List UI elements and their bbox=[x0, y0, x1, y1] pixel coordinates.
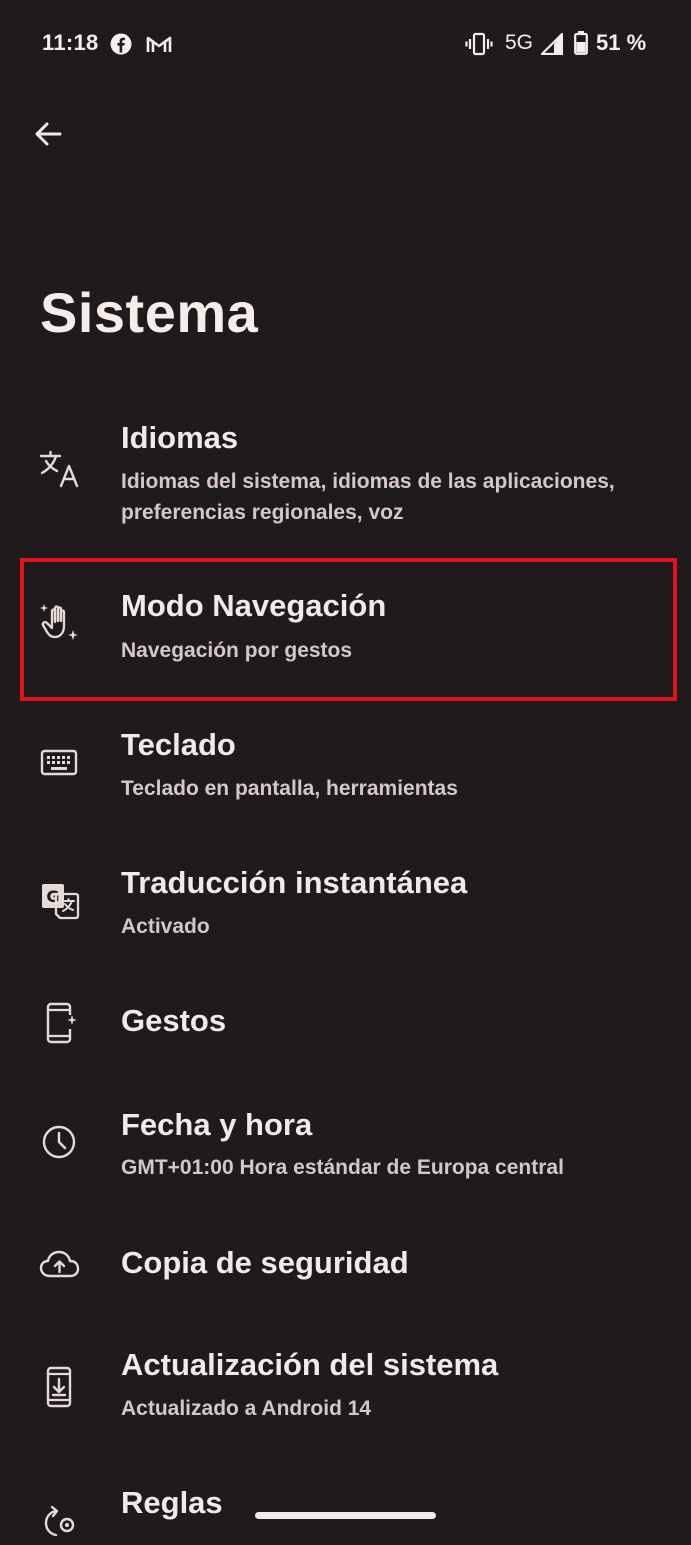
item-summary: Navegación por gestos bbox=[121, 639, 353, 662]
settings-item-reglas[interactable]: Reglas bbox=[0, 1465, 691, 1537]
settings-item-actualizacion-sistema[interactable]: Actualización del sistema Actualizado a … bbox=[0, 1327, 691, 1457]
page-title: Sistema bbox=[40, 281, 259, 344]
item-summary: Actualizado a Android 14 bbox=[121, 1397, 372, 1420]
arrow-left-icon bbox=[35, 122, 62, 146]
keyboard-icon bbox=[40, 749, 78, 776]
status-time: 11:18 bbox=[42, 30, 99, 55]
signal-icon bbox=[541, 33, 563, 55]
item-title: Idiomas bbox=[121, 420, 239, 455]
clock-icon bbox=[42, 1125, 76, 1159]
status-bar: 11:18 5G 51 % bbox=[0, 0, 691, 88]
item-summary: Activado bbox=[121, 915, 210, 938]
phone-gesture-icon bbox=[46, 1002, 77, 1044]
settings-item-idiomas[interactable]: Idiomas Idiomas del sistema, idiomas de … bbox=[0, 400, 691, 550]
network-type: 5G bbox=[505, 31, 534, 54]
settings-item-fecha-hora[interactable]: Fecha y hora GMT+01:00 Hora estándar de … bbox=[0, 1085, 691, 1220]
settings-item-copia-seguridad[interactable]: Copia de seguridad bbox=[0, 1225, 691, 1335]
item-summary: Teclado en pantalla, herramientas bbox=[121, 777, 458, 800]
item-title: Reglas bbox=[121, 1485, 223, 1520]
facebook-icon bbox=[110, 33, 132, 55]
item-title: Gestos bbox=[121, 1003, 227, 1038]
home-indicator[interactable] bbox=[255, 1512, 436, 1519]
item-title: Modo Navegación bbox=[121, 588, 387, 623]
item-title: Fecha y hora bbox=[121, 1107, 313, 1142]
system-update-icon bbox=[46, 1366, 72, 1408]
vibrate-icon bbox=[465, 32, 493, 56]
battery-percent: 51 % bbox=[596, 30, 647, 55]
back-button[interactable] bbox=[24, 110, 72, 158]
gmail-icon bbox=[146, 36, 172, 52]
item-title: Actualización del sistema bbox=[121, 1347, 499, 1382]
rules-icon bbox=[44, 1505, 75, 1537]
cloud-upload-icon bbox=[39, 1250, 80, 1278]
settings-item-traduccion-instantanea[interactable]: G Traducción instantánea Activado bbox=[0, 843, 691, 973]
battery-icon bbox=[574, 31, 588, 55]
translate-icon bbox=[39, 450, 79, 488]
svg-text:G: G bbox=[46, 887, 59, 906]
item-summary: GMT+01:00 Hora estándar de Europa centra… bbox=[121, 1156, 564, 1179]
item-title: Copia de seguridad bbox=[121, 1245, 409, 1280]
item-title: Traducción instantánea bbox=[121, 865, 468, 900]
settings-item-gestos[interactable]: Gestos bbox=[0, 981, 691, 1091]
live-translate-icon: G bbox=[42, 884, 80, 920]
gesture-hand-icon bbox=[40, 604, 78, 640]
settings-item-teclado[interactable]: Teclado Teclado en pantalla, herramienta… bbox=[0, 705, 691, 835]
item-title: Teclado bbox=[121, 727, 236, 762]
settings-item-modo-navegacion[interactable]: Modo Navegación Navegación por gestos bbox=[0, 562, 691, 697]
item-summary: Idiomas del sistema, idiomas de las apli… bbox=[121, 470, 615, 524]
